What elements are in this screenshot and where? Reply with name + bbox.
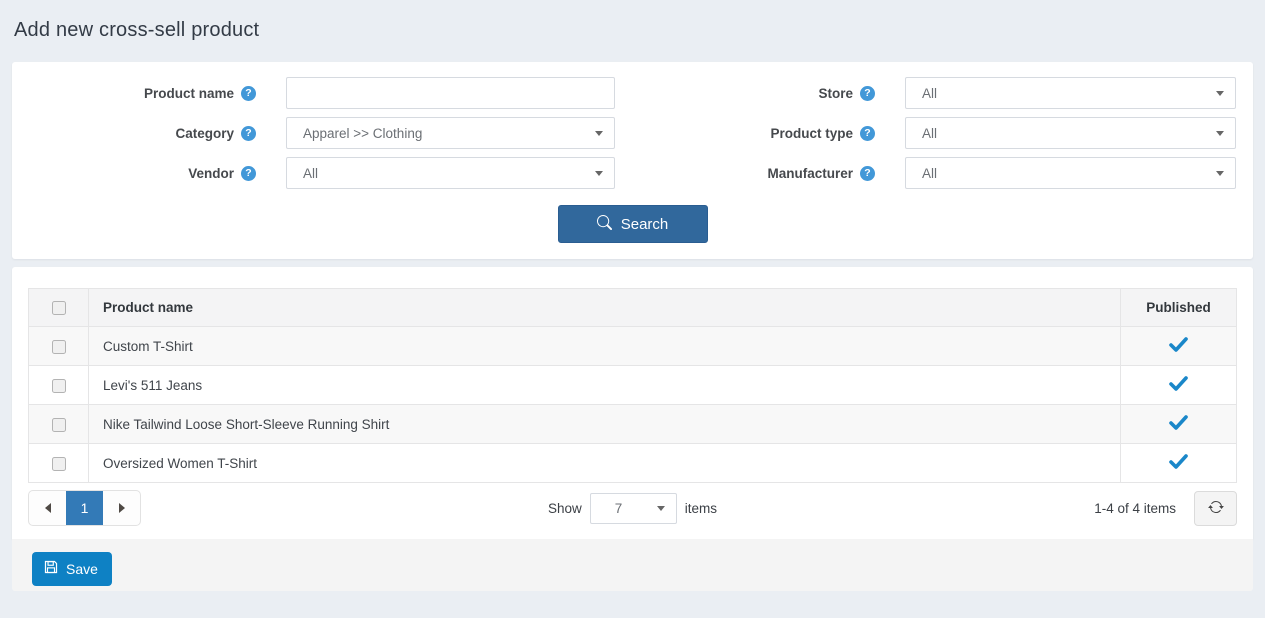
search-panel: Product name ? Store ? All Category ? Ap…	[12, 62, 1253, 259]
chevron-down-icon	[1216, 91, 1224, 96]
help-icon[interactable]: ?	[241, 126, 256, 141]
help-icon[interactable]: ?	[860, 86, 875, 101]
store-select[interactable]: All	[905, 77, 1236, 109]
table-header-row: Product name Published	[29, 289, 1237, 327]
product-name-label: Product name	[144, 86, 234, 101]
product-type-select-value: All	[922, 126, 937, 141]
save-button-label: Save	[66, 561, 98, 577]
product-name-cell: Custom T-Shirt	[89, 327, 1121, 366]
help-icon[interactable]: ?	[241, 166, 256, 181]
row-checkbox[interactable]	[52, 457, 66, 471]
refresh-button[interactable]	[1194, 491, 1237, 526]
show-label: Show	[548, 501, 582, 516]
published-check-icon	[1169, 376, 1188, 394]
published-check-icon	[1169, 454, 1188, 472]
product-type-select[interactable]: All	[905, 117, 1236, 149]
select-all-checkbox[interactable]	[52, 301, 66, 315]
refresh-icon	[1208, 499, 1224, 518]
product-name-cell: Oversized Women T-Shirt	[89, 444, 1121, 483]
chevron-down-icon	[657, 506, 665, 511]
search-icon	[597, 215, 612, 234]
vendor-label-cell: Vendor ?	[29, 166, 286, 181]
next-page-button[interactable]	[103, 491, 140, 525]
chevron-down-icon	[1216, 131, 1224, 136]
published-check-icon	[1169, 337, 1188, 355]
previous-page-button[interactable]	[29, 491, 66, 525]
product-name-cell: Nike Tailwind Loose Short-Sleeve Running…	[89, 405, 1121, 444]
store-select-value: All	[922, 86, 937, 101]
store-label-cell: Store ?	[615, 86, 905, 101]
page-size-select[interactable]: 7	[590, 493, 677, 524]
help-icon[interactable]: ?	[860, 166, 875, 181]
row-checkbox[interactable]	[52, 379, 66, 393]
vendor-select-value: All	[303, 166, 318, 181]
row-checkbox[interactable]	[52, 418, 66, 432]
product-name-label-cell: Product name ?	[29, 86, 286, 101]
category-select[interactable]: Apparel >> Clothing	[286, 117, 615, 149]
product-type-label-cell: Product type ?	[615, 126, 905, 141]
category-label-cell: Category ?	[29, 126, 286, 141]
table-row: Custom T-Shirt	[29, 327, 1237, 366]
search-button[interactable]: Search	[558, 205, 708, 243]
pager-buttons: 1	[28, 490, 141, 526]
save-button[interactable]: Save	[32, 552, 112, 586]
help-icon[interactable]: ?	[860, 126, 875, 141]
page-1-button[interactable]: 1	[66, 491, 103, 525]
chevron-down-icon	[1216, 171, 1224, 176]
published-check-icon	[1169, 415, 1188, 433]
vendor-label: Vendor	[188, 166, 234, 181]
items-label: items	[685, 501, 717, 516]
store-label: Store	[818, 86, 853, 101]
arrow-right-icon	[119, 503, 125, 513]
row-checkbox[interactable]	[52, 340, 66, 354]
manufacturer-select-value: All	[922, 166, 937, 181]
help-icon[interactable]: ?	[241, 86, 256, 101]
chevron-down-icon	[595, 171, 603, 176]
pager-info: 1-4 of 4 items	[1094, 501, 1176, 516]
category-label: Category	[175, 126, 234, 141]
save-icon	[44, 560, 58, 577]
manufacturer-label-cell: Manufacturer ?	[615, 166, 905, 181]
published-column-header: Published	[1121, 289, 1237, 327]
table-row: Nike Tailwind Loose Short-Sleeve Running…	[29, 405, 1237, 444]
category-select-value: Apparel >> Clothing	[303, 126, 422, 141]
product-name-column-header: Product name	[89, 289, 1121, 327]
page-title: Add new cross-sell product	[12, 0, 1253, 62]
search-button-label: Search	[621, 216, 669, 233]
product-name-input[interactable]	[286, 77, 615, 109]
pager: 1 Show 7 items 1-4 of 4 items	[28, 490, 1237, 526]
product-type-label: Product type	[770, 126, 853, 141]
product-name-cell: Levi's 511 Jeans	[89, 366, 1121, 405]
table-row: Oversized Women T-Shirt	[29, 444, 1237, 483]
table-row: Levi's 511 Jeans	[29, 366, 1237, 405]
manufacturer-label: Manufacturer	[767, 166, 853, 181]
results-panel: Product name Published Custom T-Shirt Le…	[12, 267, 1253, 539]
manufacturer-select[interactable]: All	[905, 157, 1236, 189]
vendor-select[interactable]: All	[286, 157, 615, 189]
chevron-down-icon	[595, 131, 603, 136]
footer-bar: Save	[12, 539, 1253, 591]
products-table: Product name Published Custom T-Shirt Le…	[28, 288, 1237, 483]
arrow-left-icon	[45, 503, 51, 513]
page-size-value: 7	[615, 501, 623, 516]
